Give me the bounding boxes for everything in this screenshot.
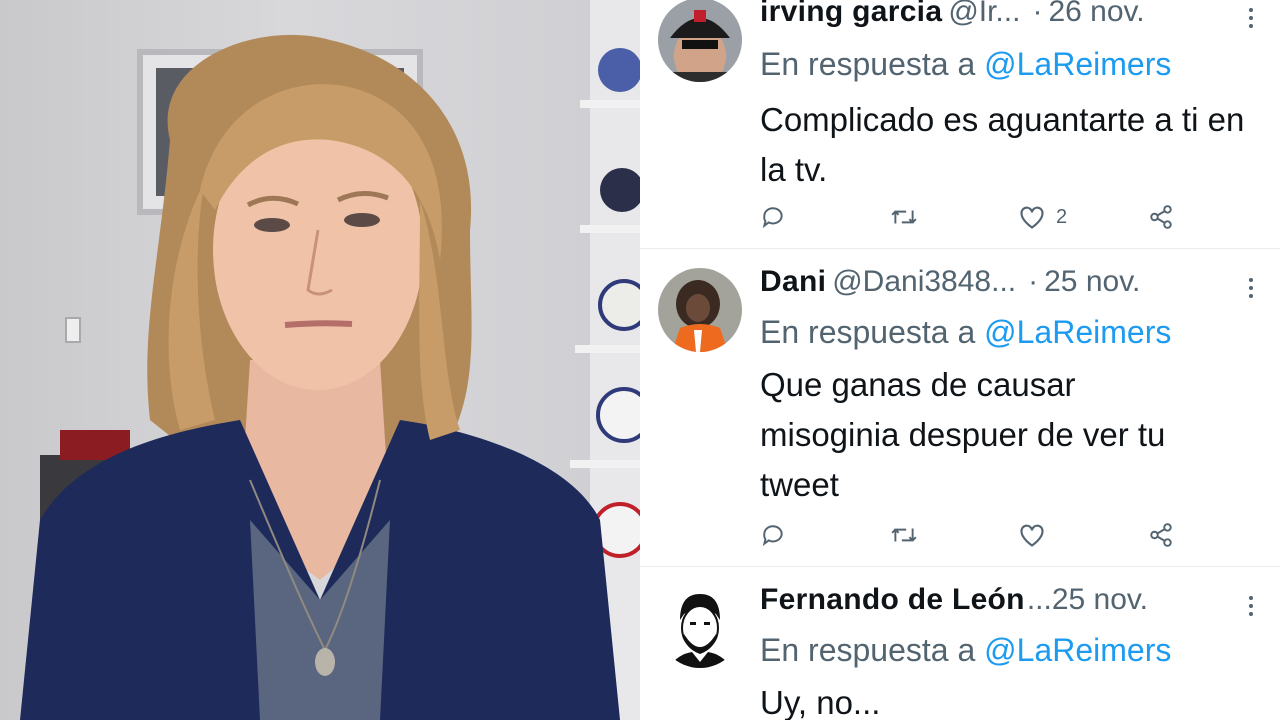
share-icon — [1150, 523, 1172, 547]
reply-mention-link[interactable]: @LaReimers — [984, 314, 1171, 350]
reply-context: En respuesta a @LaReimers — [760, 312, 1171, 352]
reply-button[interactable] — [760, 520, 786, 550]
retweet-button[interactable] — [890, 520, 918, 550]
share-icon — [1150, 205, 1172, 229]
author-name[interactable]: irving garcia — [760, 0, 942, 28]
reply-prefix: En respuesta a — [760, 632, 976, 668]
person-illustration — [20, 0, 640, 720]
reply-icon — [762, 525, 783, 547]
reply-mention-link[interactable]: @LaReimers — [984, 632, 1171, 668]
retweet-icon — [891, 528, 917, 542]
tweet-header: Fernando de León...25 nov. — [760, 582, 1260, 622]
reply-context: En respuesta a @LaReimers — [760, 44, 1171, 84]
like-button[interactable]: 2 — [1018, 202, 1067, 232]
avatar[interactable] — [658, 268, 742, 352]
tweet[interactable]: Dani @Dani3848... · 25 nov. En respuesta a … — [640, 248, 1280, 567]
author-handle[interactable]: @Ir... — [948, 0, 1020, 28]
reply-icon — [762, 207, 783, 229]
like-button[interactable] — [1018, 520, 1056, 550]
separator: · — [1028, 265, 1039, 298]
person-photo — [0, 0, 640, 720]
reply-prefix: En respuesta a — [760, 314, 976, 350]
tweet-header: Dani @Dani3848... · 25 nov. — [760, 264, 1260, 304]
share-button[interactable] — [1148, 202, 1174, 232]
reply-button[interactable] — [760, 202, 786, 232]
like-count: 2 — [1056, 205, 1068, 228]
retweet-button[interactable] — [890, 202, 918, 232]
more-options-icon[interactable] — [1246, 274, 1256, 304]
heart-icon — [1020, 206, 1044, 229]
tweet-date[interactable]: 25 nov. — [1052, 583, 1148, 616]
more-options-icon[interactable] — [1246, 592, 1256, 622]
tweet-date[interactable]: 26 nov. — [1048, 0, 1144, 28]
reply-mention-link[interactable]: @LaReimers — [984, 46, 1171, 82]
avatar[interactable] — [658, 584, 742, 668]
tweet[interactable]: Fernando de León...25 nov. En respuesta … — [640, 566, 1280, 720]
tweet-actions: 2 — [760, 202, 1180, 232]
heart-icon — [1020, 524, 1044, 547]
retweet-icon — [891, 210, 917, 224]
author-name[interactable]: Dani — [760, 265, 826, 298]
tweet-text: Complicado es aguantarte a ti en la tv. — [760, 101, 1245, 188]
tweet-text: Uy, no... — [760, 684, 881, 720]
share-button[interactable] — [1148, 520, 1174, 550]
tweet-text: Que ganas de causar misoginia despuer de… — [760, 366, 1166, 503]
separator: · — [1032, 0, 1043, 28]
avatar[interactable] — [658, 0, 742, 82]
more-options-icon[interactable] — [1246, 4, 1256, 34]
tweet-header: irving garcia @Ir... · 26 nov. — [760, 0, 1260, 34]
tweet-actions — [760, 520, 1180, 550]
author-handle[interactable]: ... — [1027, 583, 1052, 616]
author-name[interactable]: Fernando de León — [760, 583, 1025, 616]
author-handle[interactable]: @Dani3848... — [832, 265, 1016, 298]
reply-prefix: En respuesta a — [760, 46, 976, 82]
tweet[interactable]: irving garcia @Ir... · 26 nov. En respuesta… — [640, 0, 1280, 249]
tweet-replies-panel: irving garcia @Ir... · 26 nov. En respuesta… — [640, 0, 1280, 720]
reply-context: En respuesta a @LaReimers — [760, 630, 1171, 670]
tweet-date[interactable]: 25 nov. — [1044, 265, 1140, 298]
